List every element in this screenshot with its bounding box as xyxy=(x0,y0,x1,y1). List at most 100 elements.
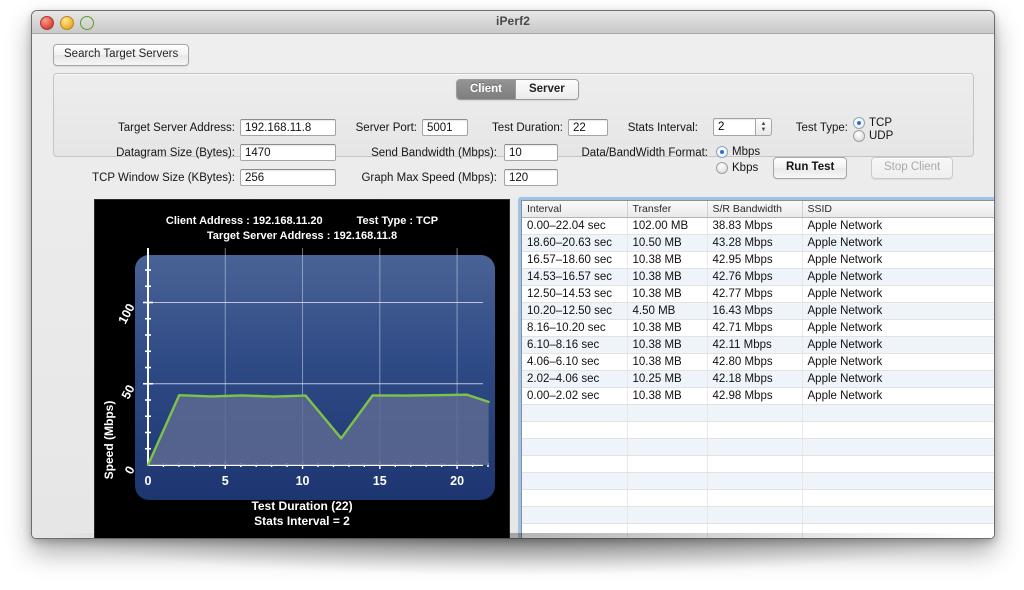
table-cell-empty xyxy=(707,489,803,507)
table-row-empty[interactable] xyxy=(522,523,994,538)
table-cell-empty xyxy=(707,404,803,422)
table-cell-ssid: Apple Network xyxy=(802,302,994,320)
table-cell-ssid: Apple Network xyxy=(802,251,994,269)
run-test-button[interactable]: Run Test xyxy=(773,157,848,179)
table-cell-interval: 0.00–2.02 sec xyxy=(522,387,628,405)
table-cell-transfer: 10.38 MB xyxy=(627,251,708,269)
radio-tcp-icon[interactable] xyxy=(853,117,865,129)
radio-mbps-icon[interactable] xyxy=(716,146,728,158)
radio-udp-icon[interactable] xyxy=(853,130,865,142)
window-title: iPerf2 xyxy=(496,14,530,28)
search-target-servers-button[interactable]: Search Target Servers xyxy=(53,44,190,66)
column-header-ssid[interactable]: SSID xyxy=(802,201,994,218)
table-cell-transfer: 10.38 MB xyxy=(627,319,708,337)
graph-max-speed-input[interactable] xyxy=(504,169,558,186)
table-cell-empty xyxy=(707,438,803,456)
svg-text:5: 5 xyxy=(222,474,229,488)
table-row[interactable]: 14.53–16.57 sec 10.38 MB 42.76 Mbps Apple N… xyxy=(522,268,994,286)
column-header-sr-bandwidth[interactable]: S/R Bandwidth xyxy=(707,201,803,218)
table-cell-empty xyxy=(627,455,708,473)
table-row-empty[interactable] xyxy=(522,404,994,422)
table-cell-bandwidth: 42.18 Mbps xyxy=(707,370,803,388)
table-row-empty[interactable] xyxy=(522,421,994,439)
server-port-label: Server Port: xyxy=(355,122,417,134)
table-row-empty[interactable] xyxy=(522,506,994,524)
format-kbps-label: Kbps xyxy=(732,162,759,174)
table-cell-transfer: 102.00 MB xyxy=(627,217,708,235)
table-cell-empty xyxy=(802,506,994,524)
column-header-interval[interactable]: Interval xyxy=(522,201,628,218)
test-type-udp-radio[interactable]: UDP xyxy=(853,130,893,142)
tab-client[interactable]: Client xyxy=(457,80,515,99)
test-type-tcp-radio[interactable]: TCP xyxy=(853,117,892,129)
results-table-focus-ring: Interval Transfer S/R Bandwidth SSID 0.0… xyxy=(518,197,994,538)
table-cell-empty xyxy=(522,523,628,538)
data-bandwidth-format-label: Data/BandWidth Format: xyxy=(581,147,708,159)
table-cell-transfer: 10.38 MB xyxy=(627,336,708,354)
send-bandwidth-label: Send Bandwidth (Mbps): xyxy=(371,147,497,159)
tab-server[interactable]: Server xyxy=(514,80,578,99)
table-cell-bandwidth: 42.11 Mbps xyxy=(707,336,803,354)
table-row-empty[interactable] xyxy=(522,438,994,456)
table-row[interactable]: 16.57–18.60 sec 10.38 MB 42.95 Mbps Apple N… xyxy=(522,251,994,269)
table-cell-empty xyxy=(627,523,708,538)
table-cell-bandwidth: 42.71 Mbps xyxy=(707,319,803,337)
format-mbps-radio[interactable]: Mbps xyxy=(716,146,760,158)
svg-text:Speed (Mbps): Speed (Mbps) xyxy=(102,401,116,480)
svg-text:100: 100 xyxy=(115,301,137,326)
table-row[interactable]: 18.60–20.63 sec 10.50 MB 43.28 Mbps Apple N… xyxy=(522,234,994,252)
table-cell-ssid: Apple Network xyxy=(802,234,994,252)
table-cell-interval: 6.10–8.16 sec xyxy=(522,336,628,354)
table-header-row: Interval Transfer S/R Bandwidth SSID xyxy=(522,201,994,218)
results-table-container[interactable]: Interval Transfer S/R Bandwidth SSID 0.0… xyxy=(521,200,994,538)
table-row[interactable]: 0.00–22.04 sec 102.00 MB 38.83 Mbps Apple N… xyxy=(522,217,994,235)
table-cell-empty xyxy=(707,472,803,490)
speed-graph-panel: Client Address : 192.168.11.20 Test Type… xyxy=(94,199,510,538)
format-kbps-radio[interactable]: Kbps xyxy=(716,162,758,174)
table-cell-interval: 16.57–18.60 sec xyxy=(522,251,628,269)
window-titlebar[interactable]: iPerf2 xyxy=(32,11,994,34)
table-row[interactable]: 10.20–12.50 sec 4.50 MB 16.43 Mbps Apple Ne… xyxy=(522,302,994,320)
table-cell-empty xyxy=(522,472,628,490)
test-type-udp-label: UDP xyxy=(869,130,894,142)
table-cell-empty xyxy=(802,472,994,490)
table-cell-interval: 2.02–4.06 sec xyxy=(522,370,628,388)
test-type-tcp-label: TCP xyxy=(869,117,892,129)
table-row[interactable]: 6.10–8.16 sec 10.38 MB 42.11 Mbps Apple Net… xyxy=(522,336,994,354)
tcp-window-size-label: TCP Window Size (KBytes): xyxy=(92,172,235,184)
window-drop-shadow xyxy=(60,533,965,575)
table-row[interactable]: 2.02–4.06 sec 10.25 MB 42.18 Mbps Apple Net… xyxy=(522,370,994,388)
table-cell-bandwidth: 42.80 Mbps xyxy=(707,353,803,371)
table-cell-empty xyxy=(802,523,994,538)
table-cell-transfer: 10.38 MB xyxy=(627,387,708,405)
speed-chart: 0 5 10 15 20050100Speed (Mbps)Test Duration … xyxy=(102,248,495,528)
stop-client-button[interactable]: Stop Client xyxy=(871,157,954,179)
table-row[interactable]: 8.16–10.20 sec 10.38 MB 42.71 Mbps Apple Ne… xyxy=(522,319,994,337)
table-row-empty[interactable] xyxy=(522,472,994,490)
table-cell-bandwidth: 38.83 Mbps xyxy=(707,217,803,235)
table-cell-transfer: 4.50 MB xyxy=(627,302,708,320)
client-server-tabs[interactable]: Client Server xyxy=(456,79,579,100)
svg-text:20: 20 xyxy=(450,474,464,488)
table-row-empty[interactable] xyxy=(522,455,994,473)
table-cell-interval: 10.20–12.50 sec xyxy=(522,302,628,320)
column-header-transfer[interactable]: Transfer xyxy=(627,201,708,218)
window-body: Search Target Servers Client Server Targ… xyxy=(32,34,994,538)
stats-interval-label: Stats Interval: xyxy=(627,122,698,134)
table-row[interactable]: 0.00–2.02 sec 10.38 MB 42.98 Mbps Apple Net… xyxy=(522,387,994,405)
table-row[interactable]: 12.50–14.53 sec 10.38 MB 42.77 Mbps Apple N… xyxy=(522,285,994,303)
table-row[interactable]: 4.06–6.10 sec 10.38 MB 42.80 Mbps Apple Net… xyxy=(522,353,994,371)
table-cell-empty xyxy=(522,404,628,422)
table-row-empty[interactable] xyxy=(522,489,994,507)
results-table: Interval Transfer S/R Bandwidth SSID 0.0… xyxy=(522,201,994,538)
table-cell-ssid: Apple Network xyxy=(802,336,994,354)
table-cell-empty xyxy=(627,506,708,524)
svg-text:10: 10 xyxy=(296,474,310,488)
table-cell-ssid: Apple Network xyxy=(802,319,994,337)
radio-kbps-icon[interactable] xyxy=(716,162,728,174)
table-cell-bandwidth: 43.28 Mbps xyxy=(707,234,803,252)
table-cell-ssid: Apple Network xyxy=(802,285,994,303)
table-cell-ssid: Apple Network xyxy=(802,217,994,235)
target-server-address-label: Target Server Address: xyxy=(118,122,235,134)
table-cell-empty xyxy=(802,404,994,422)
